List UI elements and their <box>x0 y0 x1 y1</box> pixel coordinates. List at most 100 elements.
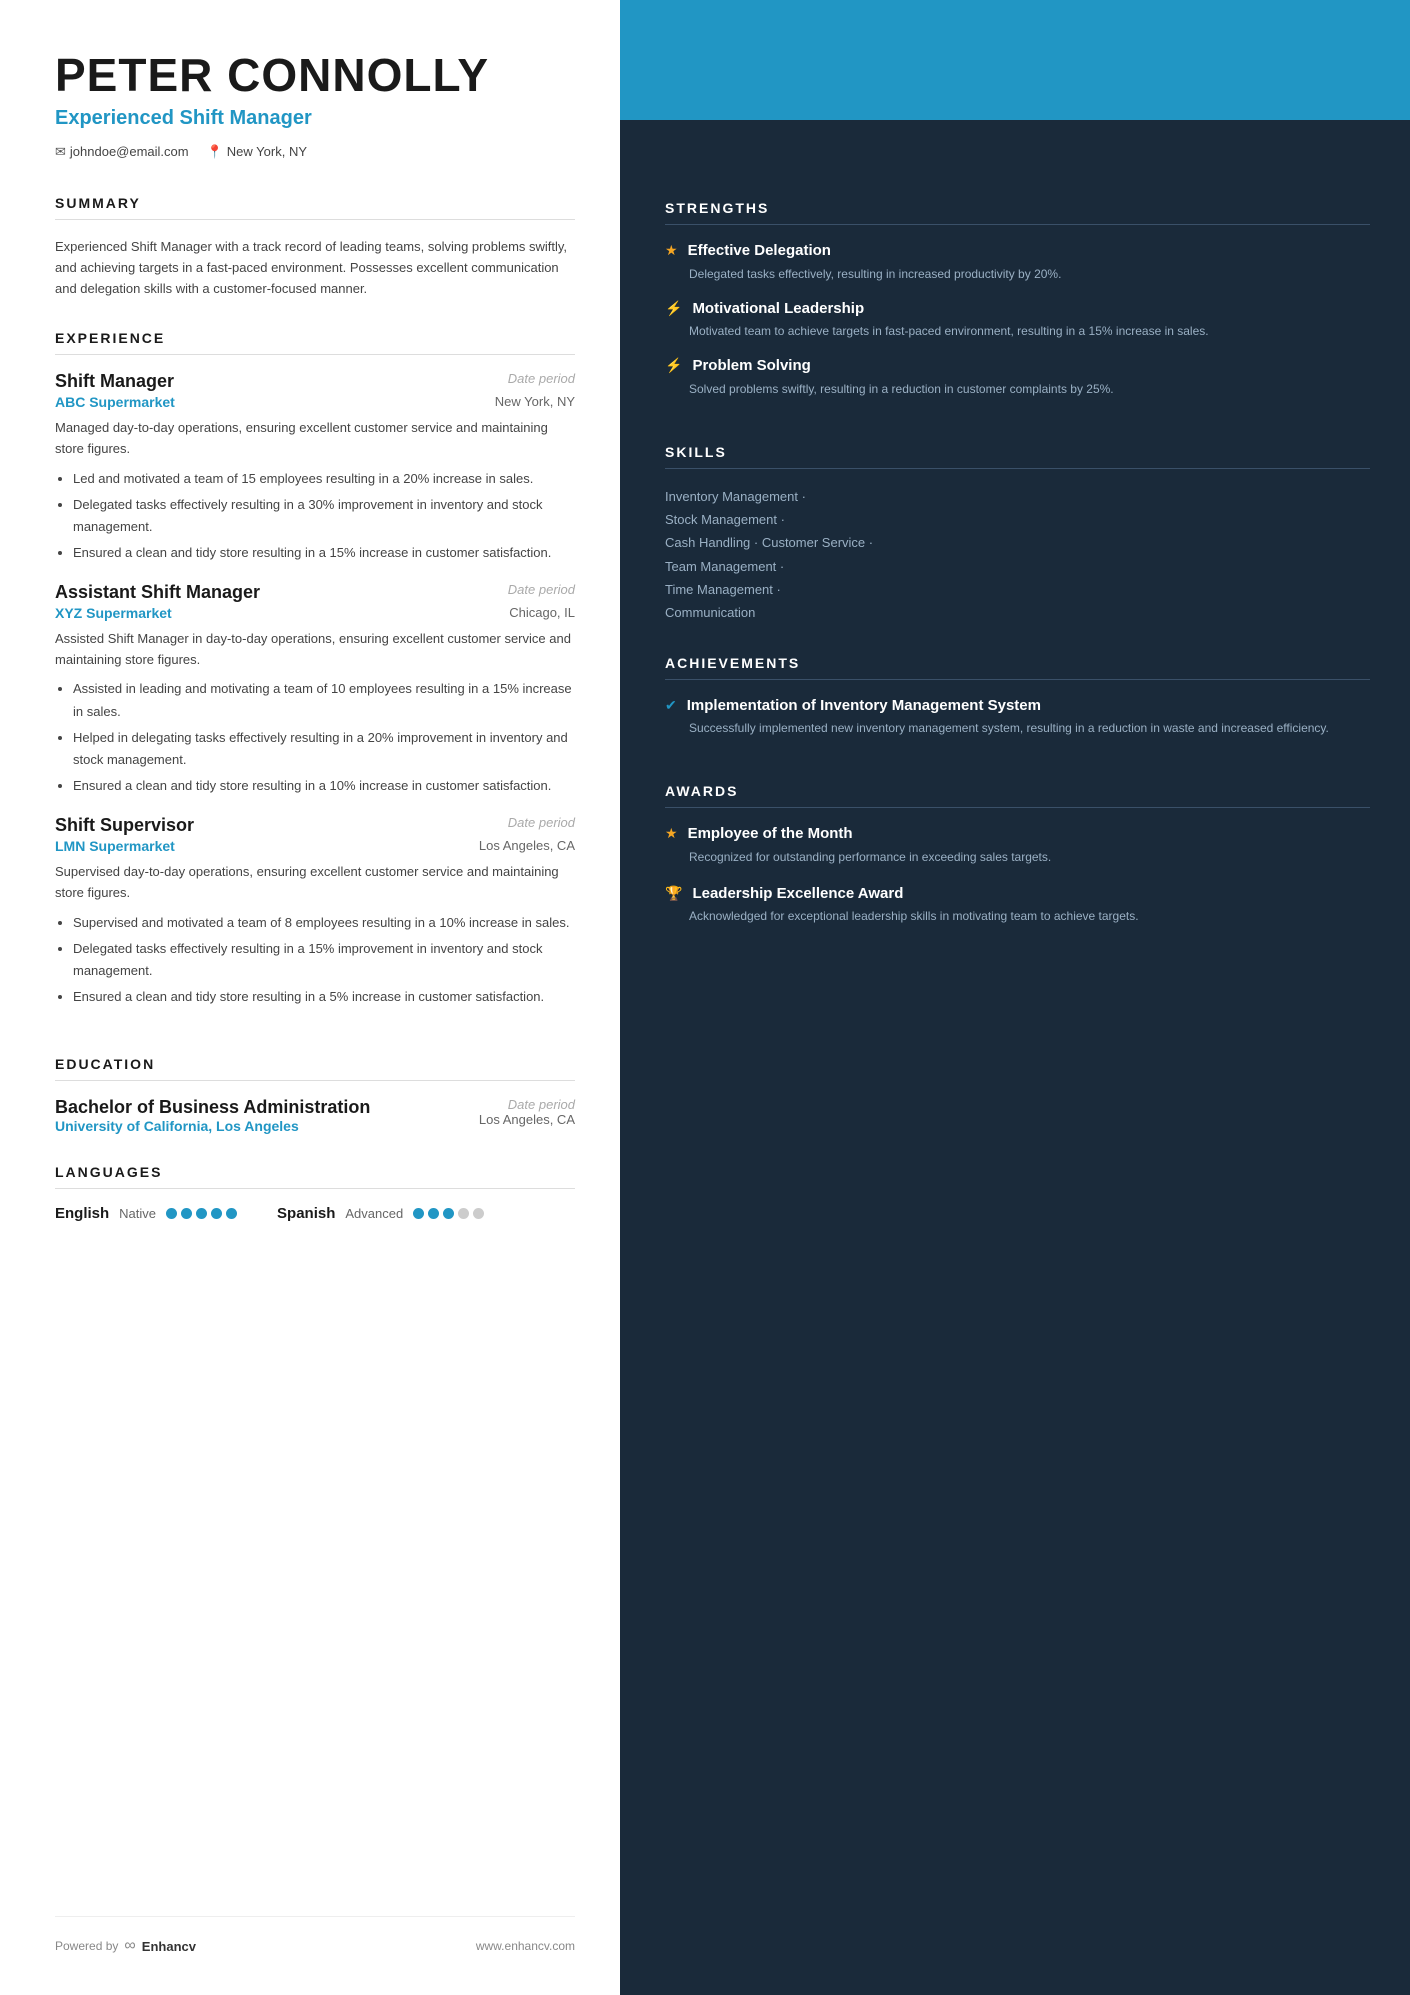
job-3-company-row: LMN Supermarket Los Angeles, CA <box>55 838 575 854</box>
location-text: New York, NY <box>227 144 307 159</box>
strengths-section: STRENGTHS ★ Effective Delegation Delegat… <box>665 200 1370 414</box>
skill-line-1: Inventory Management · <box>665 485 1370 508</box>
achievement-1-desc: Successfully implemented new inventory m… <box>665 719 1370 737</box>
job-2-bullet-2: Helped in delegating tasks effectively r… <box>73 727 575 771</box>
achievements-divider <box>665 679 1370 680</box>
dot <box>196 1208 207 1219</box>
job-3-company: LMN Supermarket <box>55 838 175 854</box>
experience-divider <box>55 354 575 355</box>
strength-1: ★ Effective Delegation Delegated tasks e… <box>665 241 1370 283</box>
job-1-bullet-2: Delegated tasks effectively resulting in… <box>73 494 575 538</box>
achievement-1-title: Implementation of Inventory Management S… <box>687 696 1041 716</box>
location-icon: 📍 <box>207 144 223 160</box>
strength-2-desc: Motivated team to achieve targets in fas… <box>665 322 1370 340</box>
awards-section: AWARDS ★ Employee of the Month Recognize… <box>665 783 1370 943</box>
edu-header: Bachelor of Business Administration Univ… <box>55 1097 575 1134</box>
summary-title: SUMMARY <box>55 195 575 211</box>
location-contact: 📍 New York, NY <box>207 144 307 160</box>
strength-3-header: ⚡ Problem Solving <box>665 356 1370 376</box>
job-3-bullets: Supervised and motivated a team of 8 emp… <box>55 912 575 1008</box>
dot <box>226 1208 237 1219</box>
education-title: EDUCATION <box>55 1056 575 1072</box>
award-1-header: ★ Employee of the Month <box>665 824 1370 844</box>
resume-footer: Powered by ∞ Enhancv www.enhancv.com <box>55 1916 575 1955</box>
job-3-desc: Supervised day-to-day operations, ensuri… <box>55 862 575 904</box>
education-section: EDUCATION Bachelor of Business Administr… <box>55 1056 575 1134</box>
languages-row: English Native Spanish Advanced <box>55 1205 575 1222</box>
languages-title: LANGUAGES <box>55 1164 575 1180</box>
job-1-date: Date period <box>508 371 575 386</box>
strength-2-header: ⚡ Motivational Leadership <box>665 299 1370 319</box>
strength-3: ⚡ Problem Solving Solved problems swiftl… <box>665 356 1370 398</box>
skills-title: SKILLS <box>665 444 1370 460</box>
edu-right: Date period Los Angeles, CA <box>479 1097 575 1127</box>
education-divider <box>55 1080 575 1081</box>
job-2-company-row: XYZ Supermarket Chicago, IL <box>55 605 575 621</box>
lang-english-dots <box>166 1208 237 1219</box>
strengths-divider <box>665 224 1370 225</box>
checkmark-icon: ✔ <box>665 697 677 714</box>
job-2-bullet-1: Assisted in leading and motivating a tea… <box>73 678 575 722</box>
infinity-icon: ∞ <box>124 1937 135 1955</box>
summary-text: Experienced Shift Manager with a track r… <box>55 236 575 300</box>
experience-section: EXPERIENCE Shift Manager Date period ABC… <box>55 330 575 1026</box>
candidate-name: PETER CONNOLLY <box>55 50 575 101</box>
job-2: Assistant Shift Manager Date period XYZ … <box>55 582 575 797</box>
email-text: johndoe@email.com <box>70 144 189 159</box>
dot <box>413 1208 424 1219</box>
lang-spanish-level: Advanced <box>345 1206 403 1221</box>
enhancv-brand: Enhancv <box>142 1939 196 1954</box>
left-panel: PETER CONNOLLY Experienced Shift Manager… <box>0 0 620 1995</box>
star-icon: ★ <box>665 242 678 259</box>
edu-location: Los Angeles, CA <box>479 1112 575 1127</box>
lightning-icon-2: ⚡ <box>665 357 682 374</box>
email-contact: ✉ johndoe@email.com <box>55 144 189 160</box>
job-3: Shift Supervisor Date period LMN Superma… <box>55 815 575 1008</box>
job-2-title: Assistant Shift Manager <box>55 582 260 603</box>
skill-line-2: Stock Management · <box>665 508 1370 531</box>
lang-spanish-dots <box>413 1208 484 1219</box>
strength-2-title: Motivational Leadership <box>692 299 864 319</box>
strength-1-desc: Delegated tasks effectively, resulting i… <box>665 265 1370 283</box>
job-2-desc: Assisted Shift Manager in day-to-day ope… <box>55 629 575 671</box>
job-3-location: Los Angeles, CA <box>479 838 575 853</box>
strength-1-header: ★ Effective Delegation <box>665 241 1370 261</box>
job-3-title: Shift Supervisor <box>55 815 194 836</box>
edu-degree: Bachelor of Business Administration <box>55 1097 370 1118</box>
strength-2: ⚡ Motivational Leadership Motivated team… <box>665 299 1370 341</box>
skill-line-3: Cash Handling · Customer Service · <box>665 531 1370 554</box>
skill-line-5: Time Management · <box>665 578 1370 601</box>
dot <box>166 1208 177 1219</box>
skills-list: Inventory Management · Stock Management … <box>665 485 1370 625</box>
trophy-icon: 🏆 <box>665 885 682 902</box>
skill-line-4: Team Management · <box>665 555 1370 578</box>
dot <box>473 1208 484 1219</box>
resume-header: PETER CONNOLLY Experienced Shift Manager… <box>55 50 575 160</box>
contact-row: ✉ johndoe@email.com 📍 New York, NY <box>55 144 575 160</box>
dot <box>458 1208 469 1219</box>
job-1-title: Shift Manager <box>55 371 174 392</box>
edu-date: Date period <box>479 1097 575 1112</box>
achievement-1-header: ✔ Implementation of Inventory Management… <box>665 696 1370 716</box>
skills-section: SKILLS Inventory Management · Stock Mana… <box>665 444 1370 625</box>
edu-left: Bachelor of Business Administration Univ… <box>55 1097 370 1134</box>
lang-spanish-name: Spanish <box>277 1205 335 1222</box>
job-2-bullets: Assisted in leading and motivating a tea… <box>55 678 575 796</box>
award-1: ★ Employee of the Month Recognized for o… <box>665 824 1370 866</box>
job-1-bullet-3: Ensured a clean and tidy store resulting… <box>73 542 575 564</box>
dot <box>211 1208 222 1219</box>
strengths-title: STRENGTHS <box>665 200 1370 216</box>
email-icon: ✉ <box>55 144 66 160</box>
job-1: Shift Manager Date period ABC Supermarke… <box>55 371 575 564</box>
job-3-bullet-2: Delegated tasks effectively resulting in… <box>73 938 575 982</box>
job-3-date: Date period <box>508 815 575 830</box>
job-1-bullets: Led and motivated a team of 15 employees… <box>55 468 575 564</box>
awards-divider <box>665 807 1370 808</box>
job-2-date: Date period <box>508 582 575 597</box>
dot <box>428 1208 439 1219</box>
lang-english-name: English <box>55 1205 109 1222</box>
job-2-company: XYZ Supermarket <box>55 605 172 621</box>
skill-line-6: Communication <box>665 601 1370 624</box>
strength-3-desc: Solved problems swiftly, resulting in a … <box>665 380 1370 398</box>
job-1-location: New York, NY <box>495 394 575 409</box>
